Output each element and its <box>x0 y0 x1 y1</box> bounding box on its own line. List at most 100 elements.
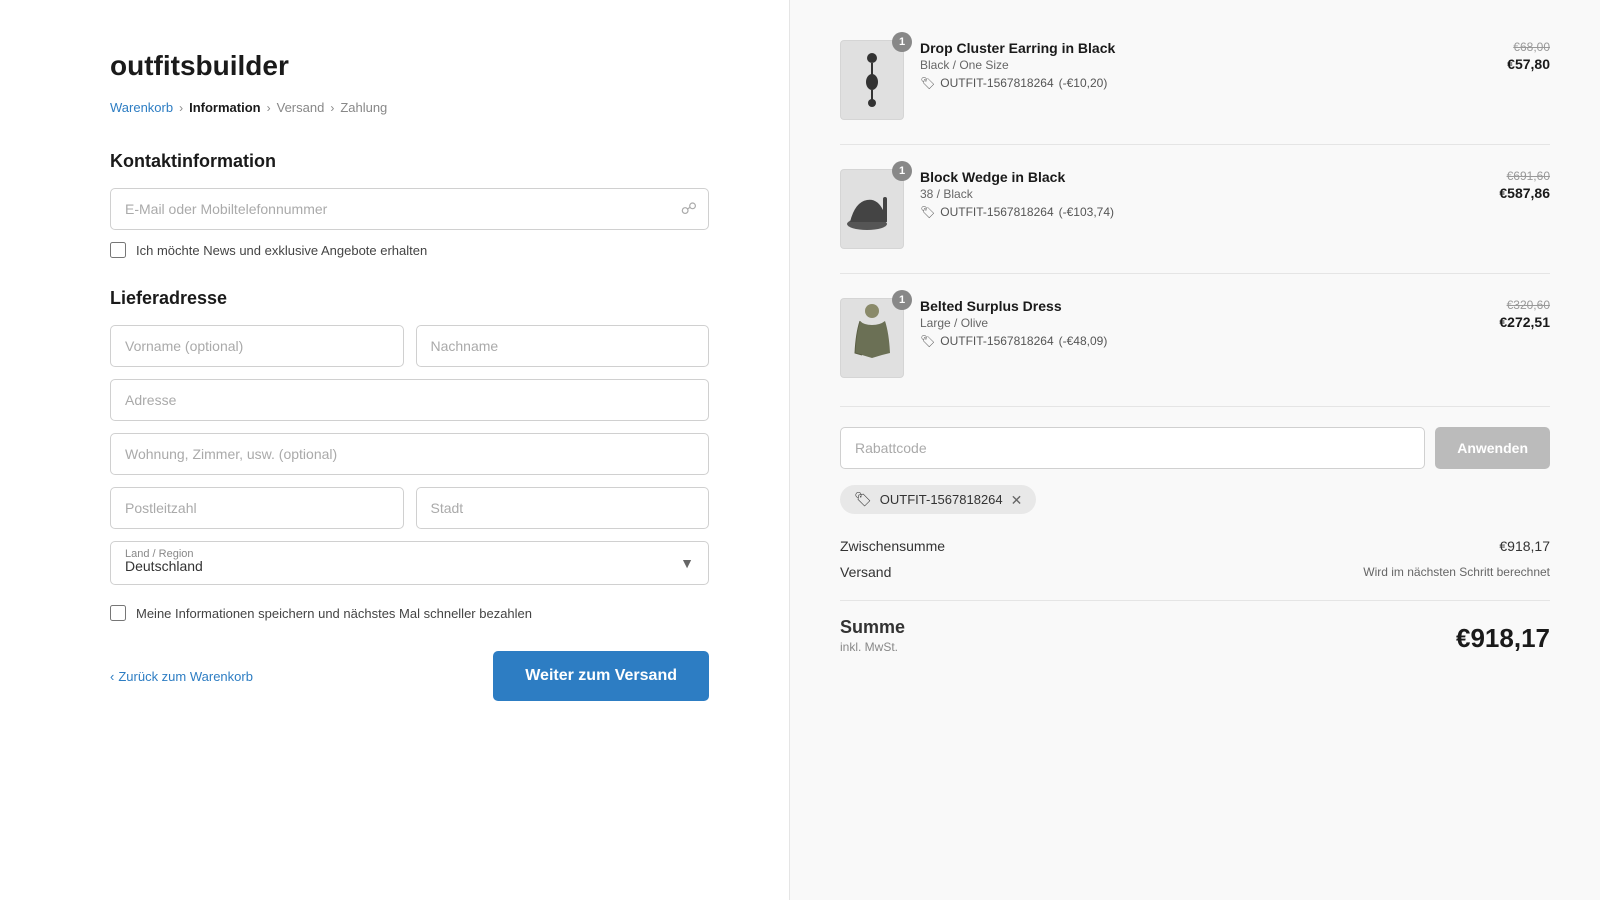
contact-section-title: Kontaktinformation <box>110 151 709 172</box>
save-info-row: Meine Informationen speichern und nächst… <box>110 605 709 621</box>
right-panel: 1 Drop Cluster Earring in Black Black / … <box>790 0 1600 900</box>
discount-amount-3: (-€48,09) <box>1059 334 1108 348</box>
item-discount-2: 🏷 OUTFIT-1567818264 (-€103,74) <box>920 205 1483 219</box>
discount-code-2: OUTFIT-1567818264 <box>940 205 1053 219</box>
item-image-shoe <box>840 169 904 249</box>
total-label-wrapper: Summe inkl. MwSt. <box>840 617 905 654</box>
newsletter-row: Ich möchte News und exklusive Angebote e… <box>110 242 709 258</box>
breadcrumb-warenkorb[interactable]: Warenkorb <box>110 100 173 115</box>
versand-note: Wird im nächsten Schritt berechnet <box>1363 565 1550 579</box>
item-name-1: Drop Cluster Earring in Black <box>920 40 1491 56</box>
tag-icon-2: 🏷 <box>920 205 935 219</box>
country-value: Deutschland <box>125 548 668 574</box>
left-panel: outfitsbuilder Warenkorb › Information ›… <box>0 0 790 900</box>
address-input[interactable] <box>110 379 709 421</box>
breadcrumb-sep-3: › <box>330 101 334 115</box>
order-item: 1 Block Wedge in Black 38 / Black 🏷 OUTF… <box>840 169 1550 274</box>
back-label: Zurück zum Warenkorb <box>118 669 253 684</box>
items-container: 1 Drop Cluster Earring in Black Black / … <box>840 40 1550 378</box>
order-item: 1 Drop Cluster Earring in Black Black / … <box>840 40 1550 145</box>
bottom-actions: ‹ Zurück zum Warenkorb Weiter zum Versan… <box>110 651 709 701</box>
discount-code-3: OUTFIT-1567818264 <box>940 334 1053 348</box>
contact-icon: ☍ <box>681 199 697 219</box>
item-badge-1: 1 <box>892 32 912 52</box>
brand-title: outfitsbuilder <box>110 50 709 82</box>
coupon-remove-button[interactable]: ✕ <box>1011 493 1023 507</box>
item-name-3: Belted Surplus Dress <box>920 298 1483 314</box>
breadcrumb-versand: Versand <box>277 100 325 115</box>
country-wrapper: Land / Region Deutschland ▼ <box>110 541 709 585</box>
item-badge-2: 1 <box>892 161 912 181</box>
discount-amount-2: (-€103,74) <box>1059 205 1114 219</box>
zwischensumme-label: Zwischensumme <box>840 538 945 554</box>
order-item: 1 Belted Surplus Dress Large / Olive 🏷 O… <box>840 298 1550 378</box>
save-info-checkbox[interactable] <box>110 605 126 621</box>
item-image-wrapper: 1 <box>840 40 904 120</box>
breadcrumb-sep-2: › <box>267 101 271 115</box>
continue-button[interactable]: Weiter zum Versand <box>493 651 709 701</box>
versand-label: Versand <box>840 564 891 580</box>
address-section-title: Lieferadresse <box>110 288 709 309</box>
summe-sublabel: inkl. MwSt. <box>840 640 905 654</box>
item-discount-1: 🏷 OUTFIT-1567818264 (-€10,20) <box>920 76 1491 90</box>
chevron-down-icon: ▼ <box>680 555 694 571</box>
city-input[interactable] <box>416 487 710 529</box>
item-variant-1: Black / One Size <box>920 58 1491 72</box>
summe-label: Summe <box>840 617 905 638</box>
zwischensumme-row: Zwischensumme €918,17 <box>840 538 1550 554</box>
lastname-input[interactable] <box>416 325 710 367</box>
newsletter-label: Ich möchte News und exklusive Angebote e… <box>136 243 427 258</box>
save-info-label: Meine Informationen speichern und nächst… <box>136 606 532 621</box>
breadcrumb-zahlung: Zahlung <box>340 100 387 115</box>
newsletter-checkbox[interactable] <box>110 242 126 258</box>
item-details-3: Belted Surplus Dress Large / Olive 🏷 OUT… <box>920 298 1483 348</box>
item-prices-3: €320,60 €272,51 <box>1499 298 1550 330</box>
postcode-input[interactable] <box>110 487 404 529</box>
discount-amount-1: (-€10,20) <box>1059 76 1108 90</box>
original-price-3: €320,60 <box>1499 298 1550 312</box>
breadcrumb: Warenkorb › Information › Versand › Zahl… <box>110 100 709 115</box>
item-details-2: Block Wedge in Black 38 / Black 🏷 OUTFIT… <box>920 169 1483 219</box>
original-price-1: €68,00 <box>1507 40 1550 54</box>
discount-code-1: OUTFIT-1567818264 <box>940 76 1053 90</box>
apartment-input[interactable] <box>110 433 709 475</box>
final-price-1: €57,80 <box>1507 56 1550 72</box>
final-price-2: €587,86 <box>1499 185 1550 201</box>
firstname-input[interactable] <box>110 325 404 367</box>
name-row <box>110 325 709 379</box>
item-image-earring <box>840 40 904 120</box>
item-image-wrapper: 1 <box>840 298 904 378</box>
breadcrumb-sep-1: › <box>179 101 183 115</box>
tag-icon-1: 🏷 <box>920 76 935 90</box>
item-discount-3: 🏷 OUTFIT-1567818264 (-€48,09) <box>920 334 1483 348</box>
rabatt-row: Anwenden <box>840 427 1550 469</box>
breadcrumb-information[interactable]: Information <box>189 100 261 115</box>
item-variant-2: 38 / Black <box>920 187 1483 201</box>
tag-icon-3: 🏷 <box>920 334 935 348</box>
coupon-tag: 🏷 OUTFIT-1567818264 ✕ <box>840 485 1036 514</box>
chevron-left-icon: ‹ <box>110 669 114 684</box>
item-prices-2: €691,60 €587,86 <box>1499 169 1550 201</box>
summe-value: €918,17 <box>1456 623 1550 654</box>
coupon-code: OUTFIT-1567818264 <box>880 492 1003 507</box>
email-input[interactable] <box>110 188 709 230</box>
item-image-dress <box>840 298 904 378</box>
rabatt-input[interactable] <box>840 427 1425 469</box>
divider-1 <box>840 406 1550 407</box>
total-row: Summe inkl. MwSt. €918,17 <box>840 600 1550 654</box>
item-variant-3: Large / Olive <box>920 316 1483 330</box>
coupon-icon: 🏷 <box>854 491 872 508</box>
address-section: Lieferadresse Land / Region Deutschland … <box>110 288 709 585</box>
item-image-wrapper: 1 <box>840 169 904 249</box>
final-price-3: €272,51 <box>1499 314 1550 330</box>
zwischensumme-value: €918,17 <box>1499 538 1550 554</box>
item-name-2: Block Wedge in Black <box>920 169 1483 185</box>
back-link[interactable]: ‹ Zurück zum Warenkorb <box>110 669 253 684</box>
versand-row: Versand Wird im nächsten Schritt berechn… <box>840 564 1550 580</box>
postal-city-row <box>110 487 709 541</box>
email-wrapper: ☍ <box>110 188 709 230</box>
anwenden-button[interactable]: Anwenden <box>1435 427 1550 469</box>
item-badge-3: 1 <box>892 290 912 310</box>
item-prices-1: €68,00 €57,80 <box>1507 40 1550 72</box>
item-details-1: Drop Cluster Earring in Black Black / On… <box>920 40 1491 90</box>
